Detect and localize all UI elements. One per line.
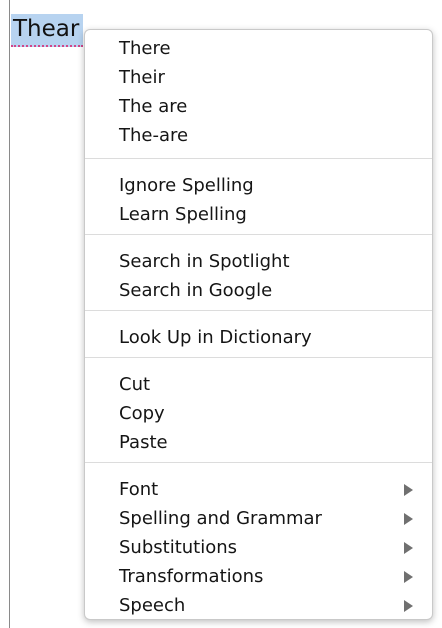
menu-item-copy[interactable]: Copy [85,399,432,428]
menu-item-look-up-in-dictionary[interactable]: Look Up in Dictionary [85,323,432,352]
menu-item-label: Copy [119,403,165,424]
menu-item-label: Search in Google [119,280,273,301]
menu-item-label: Paste [119,432,168,453]
menu-item-transformations[interactable]: Transformations [85,562,432,591]
menu-item-cut[interactable]: Cut [85,370,432,399]
context-menu: There Their The are The-are Ignore Spell… [84,29,433,620]
menu-item-label: Learn Spelling [119,204,247,225]
menu-item-their[interactable]: Their [85,63,432,92]
chevron-right-icon [404,513,413,525]
menu-item-label: There [119,38,171,59]
menu-item-label: Spelling and Grammar [119,508,322,529]
menu-item-label: Ignore Spelling [119,175,254,196]
menu-item-label: The-are [119,125,189,146]
menu-item-the-are[interactable]: The are [85,92,432,121]
menu-item-spelling-and-grammar[interactable]: Spelling and Grammar [85,504,432,533]
document-left-border [9,0,10,628]
edit-actions-group: Cut Copy Paste [85,370,432,457]
menu-item-search-in-google[interactable]: Search in Google [85,276,432,305]
menu-separator [85,357,432,358]
menu-item-search-in-spotlight[interactable]: Search in Spotlight [85,247,432,276]
menu-item-the-hyphen-are[interactable]: The-are [85,121,432,150]
menu-separator [85,158,432,159]
menu-item-label: Transformations [119,566,264,587]
menu-item-label: Cut [119,374,151,395]
chevron-right-icon [404,571,413,583]
menu-item-label: Search in Spotlight [119,251,290,272]
menu-item-substitutions[interactable]: Substitutions [85,533,432,562]
menu-separator [85,462,432,463]
menu-item-label: Their [119,67,165,88]
menu-item-ignore-spelling[interactable]: Ignore Spelling [85,171,432,200]
chevron-right-icon [404,542,413,554]
spelling-actions-group: Ignore Spelling Learn Spelling [85,171,432,229]
misspelled-word[interactable]: Thear [11,14,84,47]
spelling-suggestions-group: There Their The are The-are [85,34,432,150]
menu-item-speech[interactable]: Speech [85,591,432,619]
menu-item-label: Look Up in Dictionary [119,327,312,348]
menu-item-there[interactable]: There [85,34,432,63]
search-actions-group: Search in Spotlight Search in Google [85,247,432,305]
menu-item-font[interactable]: Font [85,475,432,504]
chevron-right-icon [404,600,413,612]
dictionary-actions-group: Look Up in Dictionary [85,323,432,352]
chevron-right-icon [404,484,413,496]
menu-item-label: The are [119,96,188,117]
menu-item-label: Substitutions [119,537,238,558]
submenus-group: Font Spelling and Grammar Substitutions … [85,475,432,619]
menu-item-paste[interactable]: Paste [85,428,432,457]
menu-separator [85,234,432,235]
menu-item-learn-spelling[interactable]: Learn Spelling [85,200,432,229]
menu-item-label: Speech [119,595,186,616]
menu-separator [85,310,432,311]
menu-item-label: Font [119,479,159,500]
